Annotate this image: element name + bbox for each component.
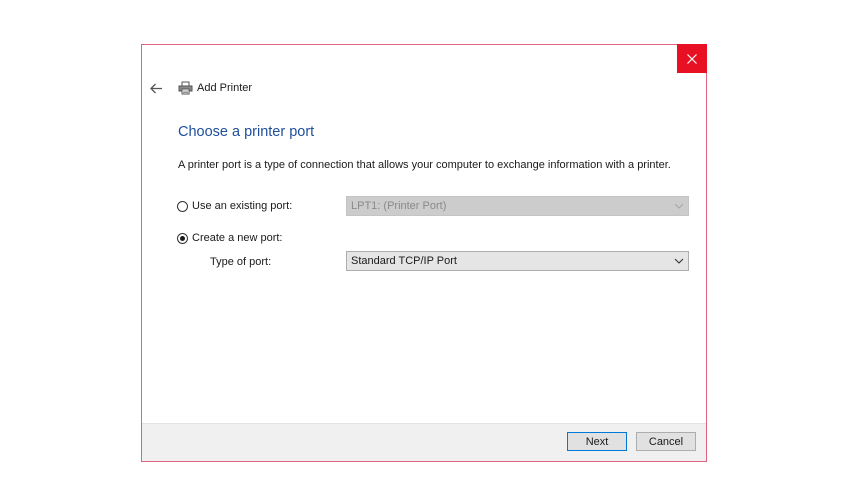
window-header: Add Printer xyxy=(148,79,252,97)
type-of-port-label: Type of port: xyxy=(210,256,272,268)
type-of-port-select[interactable]: Standard TCP/IP Port xyxy=(346,251,689,271)
radio-unchecked-icon xyxy=(177,200,188,212)
dialog-footer: Next Cancel xyxy=(142,423,706,461)
page-description: A printer port is a type of connection t… xyxy=(178,159,671,171)
create-new-port-radio[interactable]: Create a new port: xyxy=(177,232,283,244)
use-existing-port-radio[interactable]: Use an existing port: xyxy=(177,200,292,212)
add-printer-dialog: Add Printer Choose a printer port A prin… xyxy=(141,44,707,462)
close-icon xyxy=(687,53,697,64)
screen: Add Printer Choose a printer port A prin… xyxy=(0,0,860,500)
type-of-port-value: Standard TCP/IP Port xyxy=(351,255,457,267)
cancel-button[interactable]: Cancel xyxy=(636,432,696,451)
back-button[interactable] xyxy=(148,80,164,96)
close-button[interactable] xyxy=(677,44,707,73)
back-arrow-icon xyxy=(149,83,162,93)
printer-icon xyxy=(177,80,193,96)
create-new-port-label: Create a new port: xyxy=(192,232,283,244)
existing-port-value: LPT1: (Printer Port) xyxy=(351,200,447,212)
chevron-down-icon xyxy=(674,203,684,209)
existing-port-select: LPT1: (Printer Port) xyxy=(346,196,689,216)
radio-checked-icon xyxy=(177,232,188,244)
window-title: Add Printer xyxy=(197,82,253,94)
page-heading: Choose a printer port xyxy=(178,124,315,140)
next-button[interactable]: Next xyxy=(567,432,627,451)
chevron-down-icon xyxy=(674,258,684,264)
use-existing-port-label: Use an existing port: xyxy=(192,200,293,212)
